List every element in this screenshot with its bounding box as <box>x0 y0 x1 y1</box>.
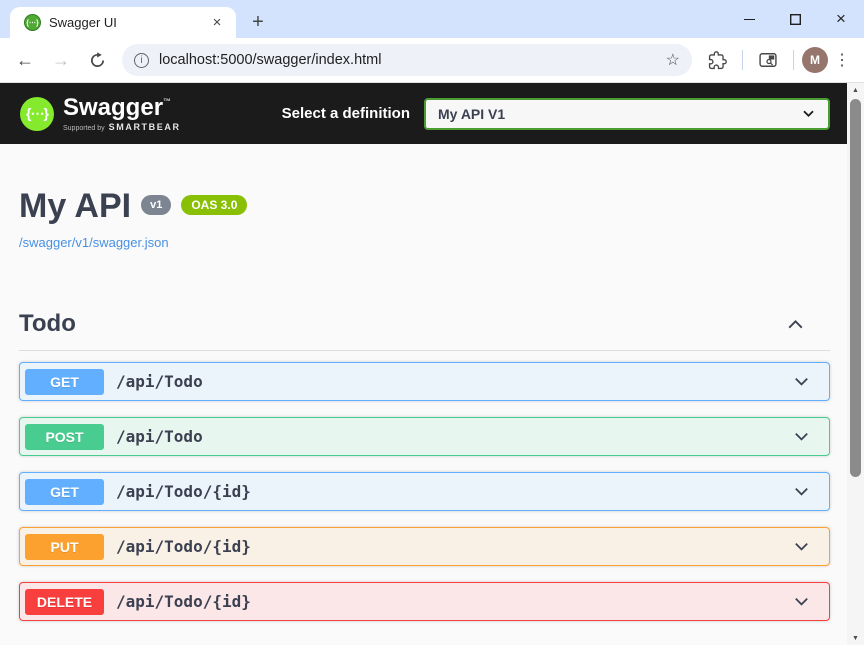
browser-window: {⋯} Swagger UI × + × ← → i localhost:500… <box>0 0 864 646</box>
method-badge: DELETE <box>25 589 104 615</box>
operation-path: /api/Todo/{id} <box>116 537 251 556</box>
operation-row[interactable]: POST /api/Todo <box>19 417 830 456</box>
chevron-down-icon <box>792 427 811 446</box>
trademark-symbol: ™ <box>163 98 171 106</box>
api-title: My API <box>19 188 131 225</box>
chevron-up-icon <box>785 314 806 335</box>
scrollbar-down-arrow[interactable]: ▼ <box>847 631 864 645</box>
smartbear-wordmark: SMARTBEAR <box>109 122 181 132</box>
scrollbar-thumb[interactable] <box>850 99 861 477</box>
tab-close-icon[interactable]: × <box>208 14 226 32</box>
expand-operation-button[interactable] <box>792 427 811 446</box>
reload-button[interactable] <box>80 43 114 77</box>
maximize-icon <box>790 14 801 25</box>
address-bar[interactable]: i localhost:5000/swagger/index.html ☆ <box>122 44 692 76</box>
select-definition-label: Select a definition <box>282 105 410 122</box>
expand-operation-button[interactable] <box>792 482 811 501</box>
side-panel-button[interactable] <box>751 43 785 77</box>
operation-path: /api/Todo/{id} <box>116 482 251 501</box>
swagger-favicon-icon: {⋯} <box>24 14 41 31</box>
oas-badge: OAS 3.0 <box>181 195 247 215</box>
operation-path: /api/Todo <box>116 372 203 391</box>
minimize-icon <box>744 19 755 20</box>
chevron-down-icon <box>792 372 811 391</box>
forward-button[interactable]: → <box>44 43 78 77</box>
new-tab-button[interactable]: + <box>244 8 272 36</box>
window-controls: × <box>726 0 864 38</box>
definition-select[interactable]: My API V1 <box>424 98 830 130</box>
extensions-puzzle-icon <box>708 51 727 70</box>
tab-title: Swagger UI <box>49 15 200 30</box>
operation-row[interactable]: GET /api/Todo <box>19 362 830 401</box>
minimize-button[interactable] <box>726 0 772 38</box>
site-info-icon[interactable]: i <box>134 53 149 68</box>
swagger-topbar: {⋯} Swagger ™ Supported by SMARTBEAR Sel… <box>0 83 847 144</box>
side-panel-search-icon <box>758 50 778 70</box>
browser-toolbar: ← → i localhost:5000/swagger/index.html … <box>0 38 864 83</box>
supported-by-label: Supported by <box>63 125 105 132</box>
swagger-wordmark: Swagger <box>63 96 163 120</box>
method-badge: GET <box>25 479 104 505</box>
method-badge: PUT <box>25 534 104 560</box>
extensions-button[interactable] <box>700 43 734 77</box>
toolbar-divider <box>793 50 794 70</box>
page-scrollbar[interactable]: ▲ ▼ <box>847 83 864 645</box>
close-icon: × <box>836 9 846 29</box>
scrollbar-up-arrow[interactable]: ▲ <box>847 83 864 97</box>
profile-avatar[interactable]: M <box>802 47 828 73</box>
close-window-button[interactable]: × <box>818 0 864 38</box>
reload-icon <box>89 52 106 69</box>
chevron-down-icon <box>792 592 811 611</box>
browser-tab[interactable]: {⋯} Swagger UI × <box>10 7 236 38</box>
back-button[interactable]: ← <box>8 43 42 77</box>
url-text[interactable]: localhost:5000/swagger/index.html <box>159 52 656 68</box>
chevron-down-icon <box>801 106 816 121</box>
spec-json-link[interactable]: /swagger/v1/swagger.json <box>19 235 169 250</box>
operations-list: GET /api/Todo POST /api/Todo GET /api/To… <box>19 362 830 621</box>
browser-menu-button[interactable]: ⋮ <box>830 50 854 70</box>
toolbar-divider <box>742 50 743 70</box>
operation-row[interactable]: DELETE /api/Todo/{id} <box>19 582 830 621</box>
tab-strip: {⋯} Swagger UI × + × <box>0 0 864 38</box>
page-content: {⋯} Swagger ™ Supported by SMARTBEAR Sel… <box>0 83 847 645</box>
tag-section-header[interactable]: Todo <box>19 310 830 351</box>
collapse-section-button[interactable] <box>785 314 806 335</box>
maximize-button[interactable] <box>772 0 818 38</box>
chevron-down-icon <box>792 537 811 556</box>
operation-path: /api/Todo/{id} <box>116 592 251 611</box>
chevron-down-icon <box>792 482 811 501</box>
swagger-content: My API v1 OAS 3.0 /swagger/v1/swagger.js… <box>0 144 847 645</box>
swagger-logo-text-block: Swagger ™ Supported by SMARTBEAR <box>63 96 181 132</box>
api-info-block: My API v1 OAS 3.0 /swagger/v1/swagger.js… <box>19 144 830 252</box>
operation-row[interactable]: GET /api/Todo/{id} <box>19 472 830 511</box>
tag-section-title: Todo <box>19 310 76 338</box>
method-badge: POST <box>25 424 104 450</box>
method-badge: GET <box>25 369 104 395</box>
expand-operation-button[interactable] <box>792 537 811 556</box>
swagger-logo-icon: {⋯} <box>20 97 54 131</box>
swagger-logo: {⋯} Swagger ™ Supported by SMARTBEAR <box>20 96 181 132</box>
api-badges: v1 OAS 3.0 <box>141 195 247 215</box>
definition-select-area: Select a definition My API V1 <box>282 98 830 130</box>
expand-operation-button[interactable] <box>792 592 811 611</box>
version-badge: v1 <box>141 195 171 215</box>
bookmark-star-icon[interactable]: ☆ <box>666 50 680 70</box>
selected-definition-value: My API V1 <box>438 106 505 122</box>
operation-path: /api/Todo <box>116 427 203 446</box>
expand-operation-button[interactable] <box>792 372 811 391</box>
operation-row[interactable]: PUT /api/Todo/{id} <box>19 527 830 566</box>
page-viewport: {⋯} Swagger ™ Supported by SMARTBEAR Sel… <box>0 83 864 645</box>
